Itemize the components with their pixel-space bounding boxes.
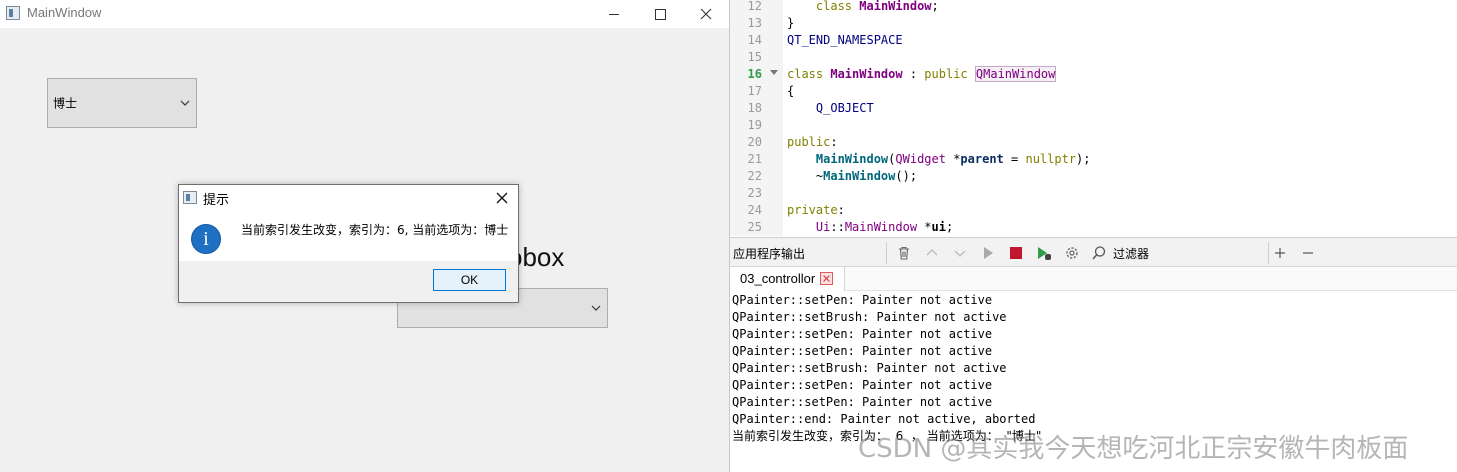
line-number: 19 (747, 118, 762, 132)
code-line: Q_OBJECT (815, 101, 874, 115)
stop-icon[interactable] (1008, 245, 1024, 261)
info-message-box: 提示 i 当前索引发生改变，索引为：6, 当前选项为：博士 OK (178, 184, 519, 303)
code-line: private: (787, 203, 845, 217)
toolbar-separator (1268, 242, 1269, 264)
info-icon: i (191, 224, 221, 254)
tab-label: 03_controllor (740, 271, 816, 286)
code-line: class MainWindow; (815, 0, 939, 13)
close-icon[interactable] (492, 188, 512, 208)
line-number: 14 (747, 33, 762, 47)
output-line: QPainter::setPen: Painter not active (732, 293, 993, 307)
gear-icon[interactable] (1064, 245, 1080, 261)
chevron-down-icon (180, 100, 190, 106)
minimize-button[interactable] (591, 0, 637, 28)
code-line: class MainWindow : public QMainWindow (787, 66, 1057, 82)
output-line: QPainter::setBrush: Painter not active (732, 310, 1007, 324)
output-line: QPainter::setPen: Painter not active (732, 395, 993, 409)
line-number: 24 (747, 203, 762, 217)
code-line: } (787, 16, 795, 30)
line-number: 18 (747, 101, 762, 115)
line-number: 20 (747, 135, 762, 149)
plus-icon[interactable] (1272, 245, 1288, 261)
main-window: MainWindow 博士 obox 提示 i 当前索引发生改变，索引为：6, … (0, 0, 729, 472)
code-line: Ui::MainWindow *ui; (815, 220, 954, 234)
chevron-down-icon[interactable] (952, 245, 968, 261)
app-icon (6, 6, 20, 20)
code-line: { (787, 84, 795, 98)
minus-icon[interactable] (1300, 245, 1316, 261)
line-number: 13 (747, 16, 762, 30)
line-number: 21 (747, 152, 762, 166)
code-line: ~MainWindow(); (787, 169, 918, 183)
output-tab-bar: 03_controllor (730, 267, 1457, 291)
output-line: QPainter::setPen: Painter not active (732, 344, 993, 358)
message-text: 当前索引发生改变，索引为：6, 当前选项为：博士 (241, 223, 509, 237)
app-icon (183, 191, 197, 204)
output-line: QPainter::setPen: Painter not active (732, 327, 993, 341)
run-icon[interactable] (980, 245, 996, 261)
close-icon (700, 8, 712, 20)
trash-icon[interactable] (896, 245, 912, 261)
message-box-body: i 当前索引发生改变，索引为：6, 当前选项为：博士 (179, 211, 518, 261)
output-line: QPainter::end: Painter not active, abort… (732, 412, 1036, 426)
watermark-text: CSDN @其实我今天想吃河北正宗安徽牛肉板面 (858, 434, 1409, 464)
debug-run-icon[interactable] (1036, 245, 1052, 261)
window-title: MainWindow (27, 5, 102, 20)
output-pane-title: 应用程序输出 (733, 247, 806, 261)
line-number: 17 (747, 84, 762, 98)
filter-placeholder: 过滤器 (1113, 247, 1150, 261)
line-number: 15 (747, 50, 762, 64)
line-number: 16 (747, 67, 762, 81)
line-number: 23 (747, 186, 762, 200)
line-number: 12 (747, 0, 762, 13)
ide-panel: 12 13 14 15 16 17 18 19 20 21 22 23 24 25 class MainW… (729, 0, 1457, 472)
chevron-down-icon (591, 305, 601, 311)
output-toolbar: 应用程序输出 过滤器 (730, 237, 1457, 267)
output-line: QPainter::setPen: Painter not active (732, 378, 993, 392)
close-icon[interactable] (820, 272, 833, 285)
chevron-up-icon[interactable] (924, 245, 940, 261)
ok-button[interactable]: OK (433, 269, 506, 291)
maximize-button[interactable] (637, 0, 683, 28)
combobox-value: 博士 (53, 96, 78, 111)
toolbar-separator (886, 242, 887, 264)
code-line: public: (787, 135, 838, 149)
filter-input[interactable]: 过滤器 (1086, 242, 1266, 264)
fold-arrow-icon[interactable] (770, 70, 778, 75)
search-icon (1092, 246, 1106, 260)
code-line: MainWindow(QWidget *parent = nullptr); (815, 152, 1091, 166)
code-line: QT_END_NAMESPACE (787, 33, 903, 47)
line-number-gutter: 12 13 14 15 16 17 18 19 20 21 22 23 24 25 (730, 0, 783, 236)
message-box-title: 提示 (203, 193, 230, 208)
output-line: QPainter::setBrush: Painter not active (732, 361, 1007, 375)
line-number: 25 (747, 220, 762, 234)
title-bar[interactable]: MainWindow (0, 0, 729, 28)
line-number: 22 (747, 169, 762, 183)
degree-combobox[interactable]: 博士 (47, 78, 197, 128)
tab-03-controllor[interactable]: 03_controllor (730, 267, 845, 291)
message-box-title-bar[interactable]: 提示 (179, 185, 518, 211)
close-button[interactable] (683, 0, 729, 28)
